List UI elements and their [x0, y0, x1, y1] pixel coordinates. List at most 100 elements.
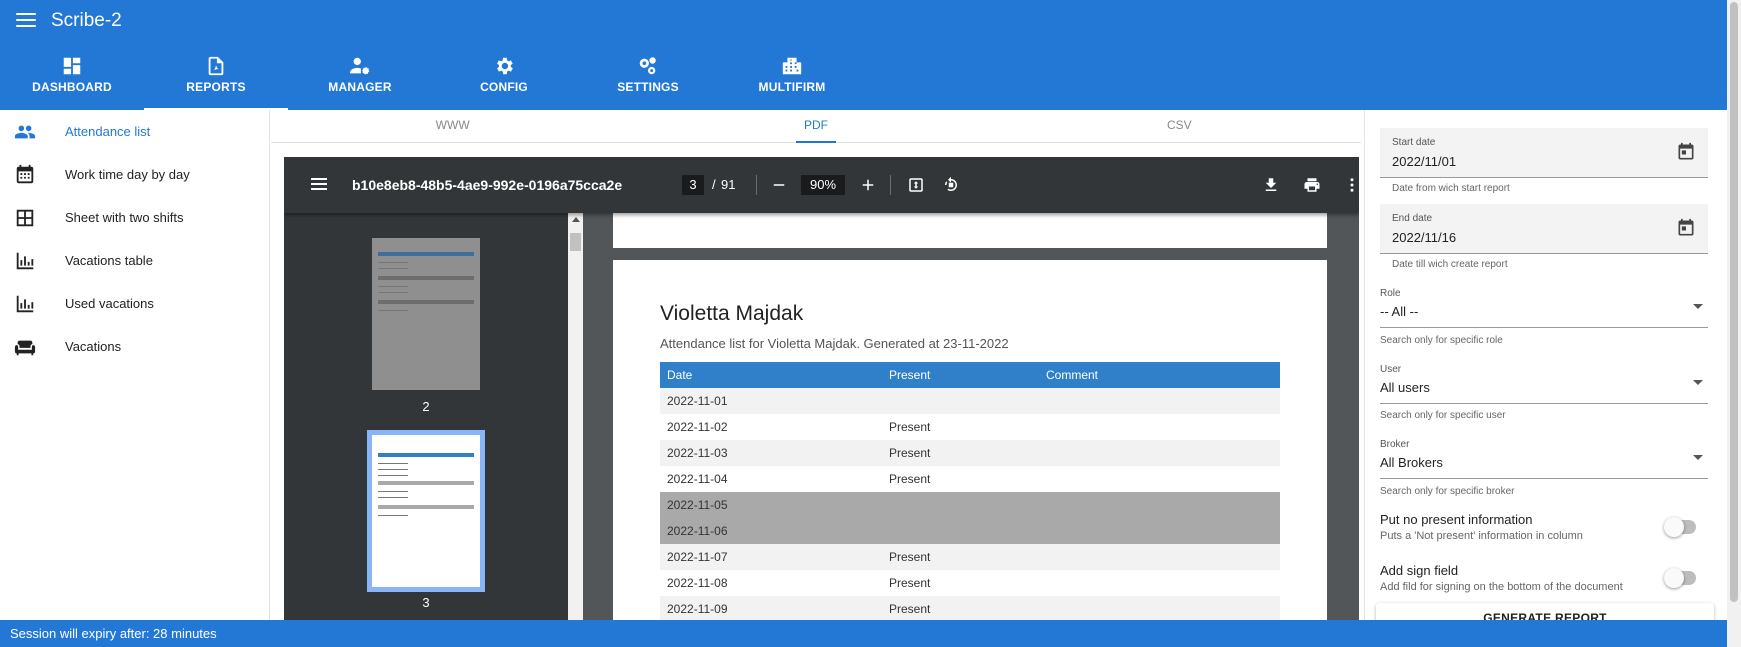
tab-config[interactable]: CONFIG [432, 52, 576, 110]
app-title: Scribe-2 [51, 10, 122, 31]
bar-chart-icon [16, 295, 34, 312]
attendance-table: Date Present Comment 2022-11-01 2022-11-… [660, 362, 1280, 620]
thumb-line [378, 292, 408, 293]
cell-date: 2022-11-03 [660, 440, 882, 466]
sidebar-item-vacations-table[interactable]: Vacations table [0, 239, 269, 282]
rotate-button[interactable] [939, 173, 963, 197]
table-row: 2022-11-03 Present [660, 440, 1280, 466]
calendar-icon[interactable] [1676, 142, 1696, 162]
zoom-input[interactable]: 90% [801, 175, 845, 195]
thumb-line [378, 497, 408, 498]
no-present-toggle[interactable] [1664, 517, 1696, 537]
sidebar-item-used-vacations[interactable]: Used vacations [0, 282, 269, 325]
scrollbar-thumb[interactable] [1730, 2, 1738, 602]
tab-pdf[interactable]: PDF [634, 110, 997, 143]
tab-www[interactable]: WWW [271, 110, 634, 142]
page-thumbnail-2[interactable] [372, 238, 480, 390]
pdf-menu-icon[interactable] [311, 178, 327, 192]
hamburger-menu-icon[interactable] [16, 13, 36, 29]
rotate-icon [945, 176, 957, 191]
field-value: 2022/11/16 [1392, 230, 1457, 245]
toggle-description: Puts a 'Not present' information in colu… [1380, 530, 1583, 542]
table-row: 2022-11-01 [660, 388, 1280, 414]
document-person-name: Violetta Majdak [660, 302, 804, 325]
table-row: 2022-11-02 Present [660, 414, 1280, 440]
table-row: 2022-11-04 Present [660, 466, 1280, 492]
tab-dashboard[interactable]: DASHBOARD [0, 52, 144, 110]
user-hint: Search only for specific user [1380, 410, 1506, 421]
reports-sidebar: Attendance list Work time day by day She… [0, 110, 270, 620]
app-bar: Scribe-2 DASHBOARD REPORTS MANAGER CONFI… [0, 0, 1727, 110]
dropdown-arrow-icon [1693, 380, 1703, 385]
sidebar-item-label: Work time day by day [65, 167, 190, 182]
cell-present: Present [882, 596, 1039, 620]
zoom-in-button[interactable] [856, 173, 880, 197]
broker-select[interactable]: Broker All Brokers [1380, 439, 1708, 479]
start-date-field[interactable]: Start date 2022/11/01 [1380, 128, 1708, 178]
sign-field-toggle[interactable] [1664, 568, 1696, 588]
cell-present [882, 518, 1039, 544]
pdf-pages-area: Violetta Majdak Attendance list for Viol… [583, 213, 1359, 620]
download-button[interactable] [1259, 173, 1283, 197]
tab-multifirm[interactable]: MULTIFIRM [720, 52, 864, 110]
tab-settings[interactable]: SETTINGS [576, 52, 720, 110]
table-row-weekend: 2022-11-05 [660, 492, 1280, 518]
calendar-icon[interactable] [1676, 218, 1696, 238]
thumb-line [378, 469, 408, 470]
end-date-field[interactable]: End date 2022/11/16 [1380, 204, 1708, 254]
main-nav-tabs: DASHBOARD REPORTS MANAGER CONFIG SETTING… [0, 52, 864, 110]
role-hint: Search only for specific role [1380, 335, 1503, 346]
cell-comment [1039, 518, 1280, 544]
thumbnail-scrollbar[interactable] [568, 213, 583, 620]
field-value: -- All -- [1380, 304, 1419, 319]
tab-csv[interactable]: CSV [998, 110, 1361, 142]
report-options-panel: Start date 2022/11/01 Date from wich sta… [1364, 110, 1727, 633]
thumb-header-bar [378, 453, 474, 457]
cell-present: Present [882, 570, 1039, 596]
sidebar-item-two-shifts[interactable]: Sheet with two shifts [0, 196, 269, 239]
column-header: Comment [1039, 362, 1280, 388]
scrollbar-thumb[interactable] [570, 233, 581, 251]
field-value: All Brokers [1380, 455, 1443, 470]
thumb-weekend-bar [378, 276, 474, 280]
zoom-out-button[interactable] [767, 173, 791, 197]
thumb-weekend-bar [378, 481, 474, 485]
cell-date: 2022-11-05 [660, 492, 882, 518]
scroll-up-arrow-icon[interactable] [572, 217, 580, 222]
session-status-bar: Session will expiry after: 28 minutes [0, 620, 1727, 647]
more-options-button[interactable] [1340, 173, 1359, 197]
toggle-description: Add fild for signing on the bottom of th… [1380, 581, 1623, 593]
sidebar-item-vacations[interactable]: Vacations [0, 325, 269, 368]
cell-comment [1039, 570, 1280, 596]
cell-present [882, 388, 1039, 414]
table-row: 2022-11-07 Present [660, 544, 1280, 570]
end-date-hint: Date till wich create report [1392, 259, 1508, 270]
fit-page-button[interactable] [904, 173, 928, 197]
page-total: 91 [721, 177, 736, 192]
toolbar-divider [756, 175, 757, 195]
pdf-page: Violetta Majdak Attendance list for Viol… [613, 260, 1327, 620]
page-separator: / [712, 177, 716, 192]
sidebar-item-attendance-list[interactable]: Attendance list [0, 110, 269, 153]
previous-page [613, 213, 1327, 248]
field-value: 2022/11/01 [1392, 154, 1457, 169]
sidebar-item-label: Vacations [65, 339, 122, 354]
pdf-toolbar: b10e8eb8-48b5-4ae9-992e-0196a75cca2e 3 /… [284, 157, 1359, 213]
sign-field-toggle-row: Add sign field Add fild for signing on t… [1380, 563, 1708, 603]
page-scrollbar[interactable] [1727, 0, 1741, 647]
manager-icon [349, 57, 370, 75]
cell-present: Present [882, 466, 1039, 492]
page-thumbnail-3[interactable] [367, 430, 485, 592]
thumb-line [378, 310, 408, 311]
tab-manager[interactable]: MANAGER [288, 52, 432, 110]
print-button[interactable] [1300, 173, 1324, 197]
role-select[interactable]: Role -- All -- [1380, 288, 1708, 328]
sidebar-item-work-time[interactable]: Work time day by day [0, 153, 269, 196]
user-select[interactable]: User All users [1380, 364, 1708, 404]
page-number-input[interactable]: 3 [682, 175, 704, 195]
cell-date: 2022-11-09 [660, 596, 882, 620]
tab-reports[interactable]: REPORTS [144, 52, 288, 110]
field-label: End date [1392, 213, 1433, 224]
cell-comment [1039, 414, 1280, 440]
dropdown-arrow-icon [1693, 455, 1703, 460]
